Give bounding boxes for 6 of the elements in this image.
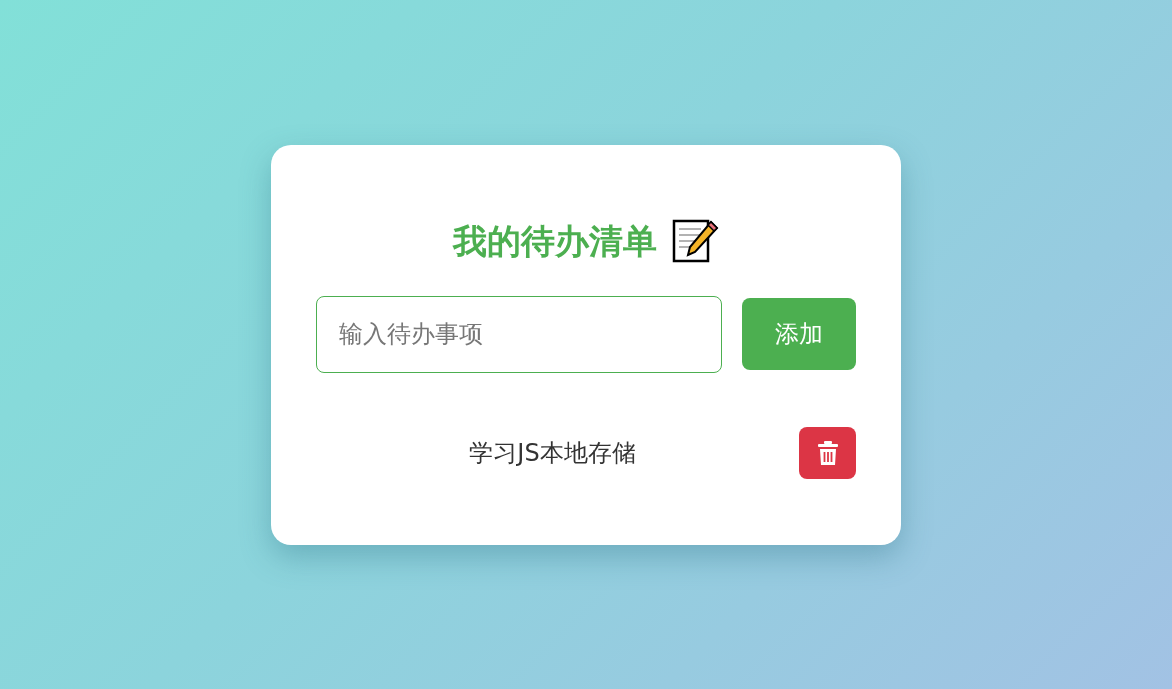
- delete-button[interactable]: [799, 426, 856, 479]
- add-button[interactable]: 添加: [742, 298, 856, 370]
- todo-input-field[interactable]: 输入待办事项: [316, 295, 722, 373]
- todo-text: 学习JS本地存储: [468, 437, 637, 469]
- app-title: 我的待办清单: [453, 219, 657, 263]
- trash-icon: [817, 440, 838, 465]
